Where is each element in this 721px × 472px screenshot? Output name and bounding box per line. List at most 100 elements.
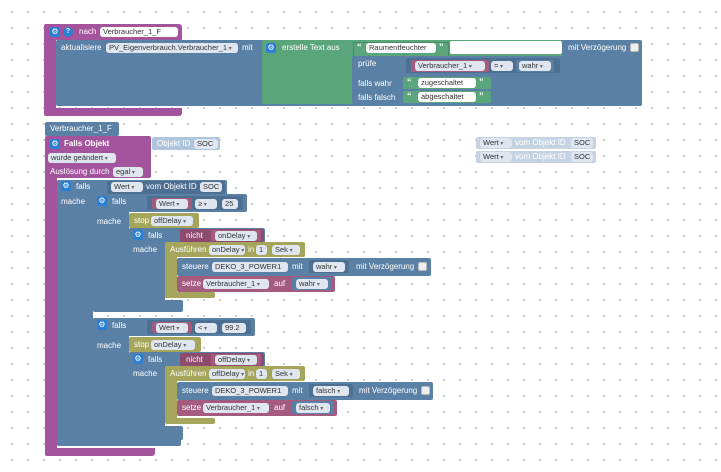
number-field[interactable]: 1 — [256, 245, 267, 255]
stop-label: stop — [134, 216, 150, 225]
mache-label: mache — [133, 369, 158, 378]
procedure-block-foot — [44, 108, 182, 116]
operator-dropdown[interactable]: ≥ — [195, 199, 217, 209]
number-field[interactable]: 99.2 — [222, 323, 246, 333]
timer-dropdown[interactable]: onDelay — [151, 340, 195, 350]
bool-dropdown[interactable]: wahr — [313, 262, 345, 272]
mache-label: mache — [61, 197, 86, 206]
objekt-id-label: Objekt ID — [157, 139, 191, 148]
gear-icon[interactable]: ⚙ — [97, 320, 107, 330]
wert-dropdown[interactable]: Wert — [156, 323, 188, 333]
number-field[interactable]: 1 — [256, 369, 267, 379]
wert-dropdown[interactable]: Wert — [156, 199, 188, 209]
nicht-label: nicht — [186, 231, 203, 240]
mache-label: mache — [97, 341, 122, 350]
bool-dropdown[interactable]: falsch — [296, 403, 330, 413]
if-block-inner-2-foot — [129, 426, 183, 434]
text-field-abgeschaltet[interactable]: abgeschaltet — [418, 92, 476, 102]
steuere-label: steuere — [182, 386, 209, 395]
mit-label: mit — [292, 386, 303, 395]
mache-label: mache — [97, 217, 122, 226]
if-block-outer-arm — [57, 180, 93, 446]
delay-checkbox[interactable] — [418, 262, 427, 271]
in-label: in — [248, 369, 255, 378]
timer-dropdown[interactable]: onDelay — [209, 245, 245, 255]
quote-icon: “ — [357, 42, 362, 52]
gear-icon[interactable]: ⚙ — [61, 181, 71, 191]
text-field-raumentfeuchter[interactable]: Raumentfeuchter — [366, 43, 436, 53]
unit-dropdown[interactable]: Sek — [272, 369, 300, 379]
ausfuehren-label: Ausführen — [170, 369, 207, 378]
device-field[interactable]: DEKO_3_POWER1 — [212, 386, 288, 396]
in-label: in — [248, 245, 255, 254]
trigger-block-foot — [45, 448, 155, 456]
mache-label: mache — [133, 245, 158, 254]
bool-dropdown[interactable]: wahr — [519, 61, 551, 71]
bool-dropdown[interactable]: wahr — [296, 279, 328, 289]
if-block-inner-1-foot — [129, 300, 183, 308]
device-field[interactable]: DEKO_3_POWER1 — [212, 262, 288, 272]
if-block-2-arm — [93, 318, 129, 440]
delay-checkbox[interactable] — [421, 386, 430, 395]
objekt-id-field[interactable]: SOC — [571, 138, 593, 148]
trigger-mode-dropdown[interactable]: wurde geändert — [48, 153, 116, 163]
pruefe-label: prüfe — [358, 59, 377, 68]
gear-icon[interactable]: ⚙ — [50, 139, 60, 149]
trigger-block-arm — [45, 136, 57, 456]
wert-dropdown[interactable]: Wert — [111, 182, 143, 192]
mit-verzoegerung-label: mit Verzögerung — [356, 262, 415, 271]
help-icon[interactable]: ? — [63, 27, 73, 37]
operator-dropdown[interactable]: = — [491, 61, 513, 71]
mit-verzoegerung-label: mit Verzögerung — [359, 386, 418, 395]
var-dropdown[interactable]: Verbraucher_1 — [203, 279, 269, 289]
falls-label: falls — [76, 182, 91, 191]
timer-dropdown[interactable]: offDelay — [151, 216, 193, 226]
objekt-id-field[interactable]: SOC — [194, 139, 218, 149]
empty-slot[interactable] — [450, 41, 562, 54]
bool-dropdown[interactable]: falsch — [313, 386, 349, 396]
aktualisiere-label: aktualisiere — [61, 43, 102, 52]
vom-objekt-label: vom Objekt ID — [146, 182, 197, 191]
gear-icon[interactable]: ⚙ — [133, 354, 143, 364]
falls-label: falls — [148, 231, 163, 240]
operator-dropdown[interactable]: < — [195, 323, 217, 333]
stop-label: stop — [134, 340, 150, 349]
script-title: Verbraucher_1_F — [50, 124, 112, 133]
setze-label: setze — [182, 403, 202, 412]
procedure-name-field[interactable]: Verbraucher_1_F — [100, 27, 178, 37]
falls-wahr-label: falls wahr — [358, 79, 392, 88]
text-field-zugeschaltet[interactable]: zugeschaltet — [418, 78, 476, 88]
var-dropdown[interactable]: Verbraucher_1 — [203, 403, 269, 413]
timer-dropdown[interactable]: onDelay — [215, 231, 257, 241]
gear-icon[interactable]: ⚙ — [266, 43, 276, 53]
wert-dropdown[interactable]: Wert — [480, 152, 512, 162]
quote-icon: ” — [479, 91, 484, 101]
erstelle-text-label: erstelle Text aus — [282, 43, 340, 52]
ausloesung-dropdown[interactable]: egal — [113, 167, 143, 177]
objekt-id-field[interactable]: SOC — [571, 152, 593, 162]
gear-icon[interactable]: ⚙ — [50, 27, 60, 37]
objekt-id-field[interactable]: SOC — [200, 182, 222, 192]
timer-dropdown[interactable]: offDelay — [209, 369, 245, 379]
mit-label: mit — [292, 262, 303, 271]
timer-dropdown[interactable]: offDelay — [215, 355, 257, 365]
unit-dropdown[interactable]: Sek — [272, 245, 300, 255]
mit-label: mit — [242, 43, 253, 52]
vom-objekt-label: vom Objekt ID — [515, 138, 566, 147]
quote-icon: ” — [479, 77, 484, 87]
timeout-block-foot — [165, 292, 215, 298]
auf-label: auf — [274, 403, 286, 412]
timeout-block-foot — [165, 418, 215, 424]
delay-checkbox[interactable] — [630, 43, 639, 52]
number-field[interactable]: 25 — [222, 199, 238, 209]
gear-icon[interactable]: ⚙ — [133, 230, 143, 240]
update-target-dropdown[interactable]: PV_Eigenverbrauch.Verbraucher_1 — [106, 43, 238, 53]
falls-label: falls — [112, 321, 127, 330]
quote-icon: “ — [407, 77, 412, 87]
procedure-block-arm — [44, 24, 56, 116]
gear-icon[interactable]: ⚙ — [97, 196, 107, 206]
nach-label: nach — [79, 27, 97, 36]
wert-dropdown[interactable]: Wert — [480, 138, 512, 148]
var-dropdown[interactable]: Verbraucher_1 — [415, 61, 485, 71]
ausfuehren-label: Ausführen — [170, 245, 207, 254]
